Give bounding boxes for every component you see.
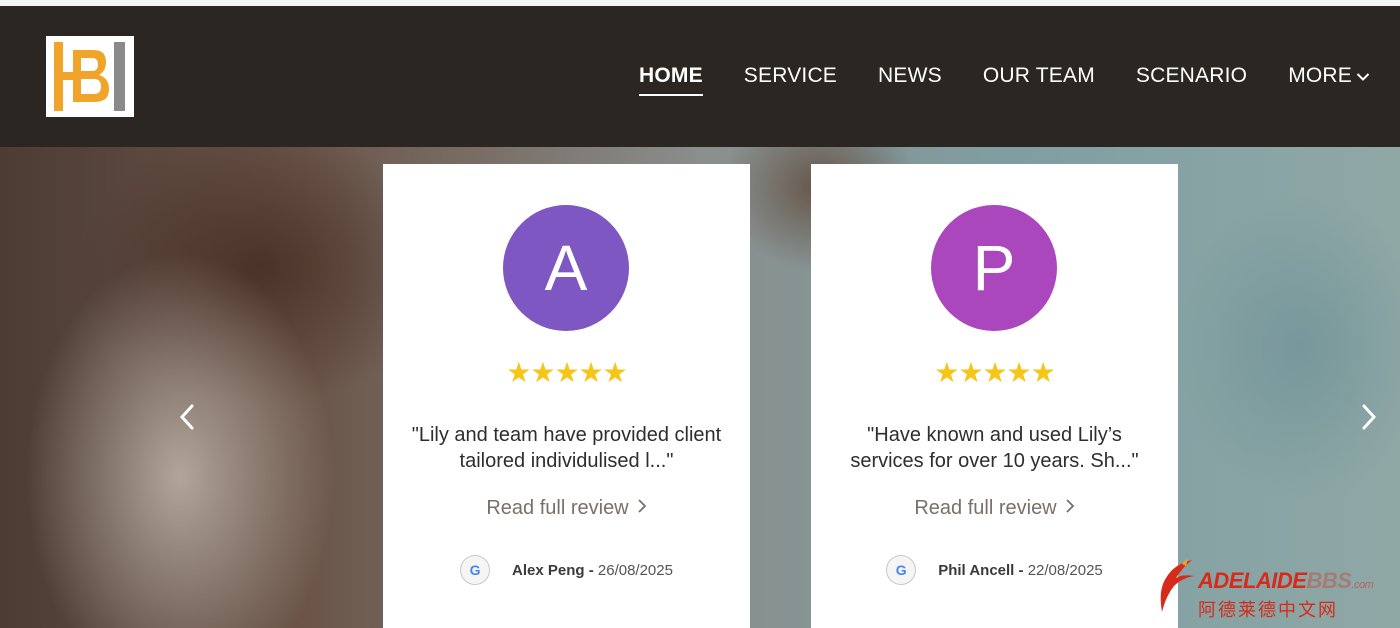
reviewer-avatar: P (931, 205, 1057, 331)
review-footer: G Phil Ancell - 22/08/2025 (811, 555, 1178, 585)
star-rating: ★★★★★ (506, 356, 628, 389)
google-icon: G (886, 555, 917, 585)
chevron-right-icon (637, 497, 647, 520)
google-icon-letter: G (895, 562, 907, 578)
site-logo[interactable] (46, 36, 134, 117)
google-icon-letter: G (469, 562, 481, 578)
reviewer-info: Alex Peng - 26/08/2025 (512, 562, 673, 579)
review-card: P ★★★★★ "Have known and used Lily’s serv… (811, 164, 1178, 628)
read-full-review-label: Read full review (914, 497, 1057, 519)
watermark-suffix: .com (1351, 579, 1374, 591)
reviewer-name: Alex Peng (512, 561, 585, 579)
hb-logo-icon (54, 42, 125, 111)
nav-home[interactable]: HOME (638, 64, 703, 97)
chevron-right-icon (1362, 404, 1377, 430)
review-quote: "Lily and team have provided client tail… (411, 424, 722, 472)
nav-news[interactable]: NEWS (878, 64, 942, 88)
carousel-prev-button[interactable] (172, 397, 202, 437)
reviewer-avatar: A (503, 205, 629, 331)
reviewer-name: Phil Ancell (938, 561, 1015, 579)
review-card: A ★★★★★ "Lily and team have provided cli… (383, 164, 750, 628)
star-rating: ★★★★★ (934, 356, 1056, 389)
nav-service[interactable]: SERVICE (744, 64, 837, 88)
main-nav: HOME SERVICE NEWS OUR TEAM SCENARIO MORE (598, 64, 1370, 97)
watermark-title: ADELAIDEBBS.com (1198, 568, 1374, 594)
watermark-light: BBS (1306, 568, 1352, 593)
read-full-review-link[interactable]: Read full review (811, 497, 1178, 520)
read-full-review-link[interactable]: Read full review (383, 497, 750, 520)
carousel-next-button[interactable] (1354, 397, 1384, 437)
site-watermark: ADELAIDEBBS.com 阿德莱德中文网 (1152, 548, 1392, 623)
site-header: HOME SERVICE NEWS OUR TEAM SCENARIO MORE (0, 6, 1400, 147)
watermark-main: ADELAIDE (1198, 568, 1307, 593)
chevron-down-icon (1356, 64, 1370, 88)
reviewer-info: Phil Ancell - 22/08/2025 (938, 562, 1103, 579)
nav-scenario[interactable]: SCENARIO (1136, 64, 1247, 88)
review-footer: G Alex Peng - 26/08/2025 (383, 555, 750, 585)
google-icon: G (460, 555, 491, 585)
review-date: 26/08/2025 (597, 561, 673, 579)
nav-our-team[interactable]: OUR TEAM (983, 64, 1095, 88)
watermark-subtitle: 阿德莱德中文网 (1198, 600, 1338, 621)
chevron-left-icon (179, 404, 194, 430)
read-full-review-label: Read full review (486, 497, 629, 519)
reviewer-separator: - (584, 561, 598, 579)
review-quote: "Have known and used Lily’s services for… (850, 424, 1139, 472)
nav-more[interactable]: MORE (1288, 64, 1370, 88)
kangaroo-logo-icon (1160, 558, 1194, 612)
review-date: 22/08/2025 (1027, 561, 1103, 579)
chevron-right-icon (1065, 497, 1075, 520)
nav-more-label: MORE (1288, 64, 1352, 87)
reviewer-separator: - (1014, 561, 1028, 579)
